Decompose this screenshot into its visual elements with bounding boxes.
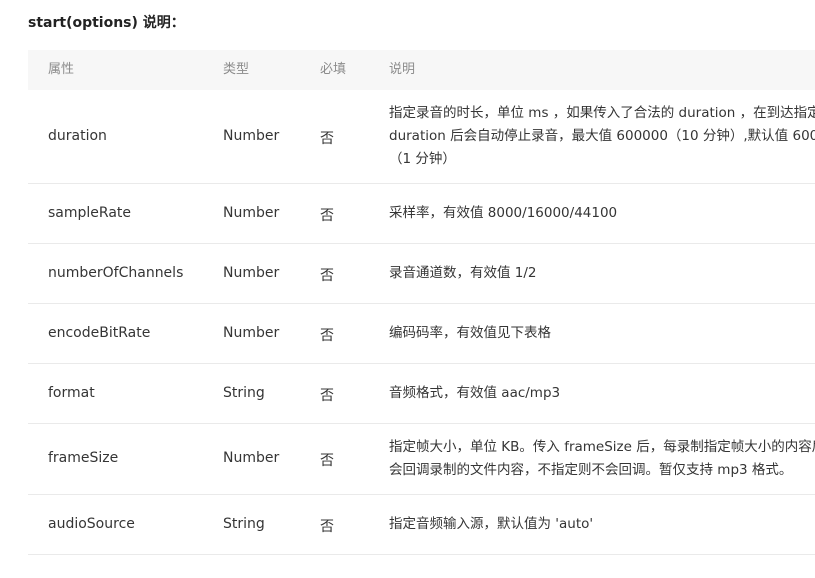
cell-type: String <box>223 516 265 532</box>
cell-required: 否 <box>320 328 334 344</box>
cell-property: encodeBitRate <box>48 325 151 341</box>
cell-required: 否 <box>320 388 334 404</box>
cell-description: 指定音频输入源，默认值为 'auto' <box>389 516 594 532</box>
options-table: 属性 类型 必填 说明 duration Number 否 指定录音的时长，单位… <box>28 50 815 555</box>
cell-property: audioSource <box>48 516 135 532</box>
cell-type: Number <box>223 128 280 144</box>
cell-property: format <box>48 385 95 401</box>
header-required: 必填 <box>320 62 347 77</box>
header-property: 属性 <box>48 62 75 77</box>
cell-required: 否 <box>320 453 334 469</box>
cell-description: 编码码率，有效值见下表格 <box>389 325 551 341</box>
table-row: encodeBitRate Number 否 编码码率，有效值见下表格 <box>28 304 815 364</box>
table-row: format String 否 音频格式，有效值 aac/mp3 <box>28 364 815 424</box>
cell-property: numberOfChannels <box>48 265 184 281</box>
page: start(options) 说明： 属性 类型 必填 说明 duration … <box>0 0 815 578</box>
cell-property: sampleRate <box>48 205 132 221</box>
header-description: 说明 <box>389 62 416 77</box>
cell-description: 指定帧大小，单位 KB。传入 frameSize 后，每录制指定帧大小的内容后，… <box>389 439 815 478</box>
table-row: audioSource String 否 指定音频输入源，默认值为 'auto' <box>28 495 815 555</box>
cell-type: Number <box>223 265 280 281</box>
cell-required: 否 <box>320 268 334 284</box>
cell-description: 音频格式，有效值 aac/mp3 <box>389 385 561 401</box>
table-row: numberOfChannels Number 否 录音通道数，有效值 1/2 <box>28 244 815 304</box>
table-row: duration Number 否 指定录音的时长，单位 ms ，如果传入了合法… <box>28 90 815 184</box>
cell-type: Number <box>223 450 280 466</box>
table-header: 属性 类型 必填 说明 <box>28 50 815 90</box>
cell-required: 否 <box>320 519 334 535</box>
cell-property: duration <box>48 128 107 144</box>
header-type: 类型 <box>223 62 250 77</box>
cell-description: 采样率，有效值 8000/16000/44100 <box>389 205 618 221</box>
cell-property: frameSize <box>48 450 119 466</box>
cell-description: 录音通道数，有效值 1/2 <box>389 265 537 281</box>
cell-required: 否 <box>320 208 334 224</box>
cell-description: 指定录音的时长，单位 ms ，如果传入了合法的 duration ，在到达指定的… <box>389 105 815 167</box>
cell-type: String <box>223 385 265 401</box>
section-title: start(options) 说明： <box>28 15 185 31</box>
cell-type: Number <box>223 325 280 341</box>
cell-type: Number <box>223 205 280 221</box>
table-row: sampleRate Number 否 采样率，有效值 8000/16000/4… <box>28 184 815 244</box>
cell-required: 否 <box>320 131 334 147</box>
table-row: frameSize Number 否 指定帧大小，单位 KB。传入 frameS… <box>28 424 815 495</box>
